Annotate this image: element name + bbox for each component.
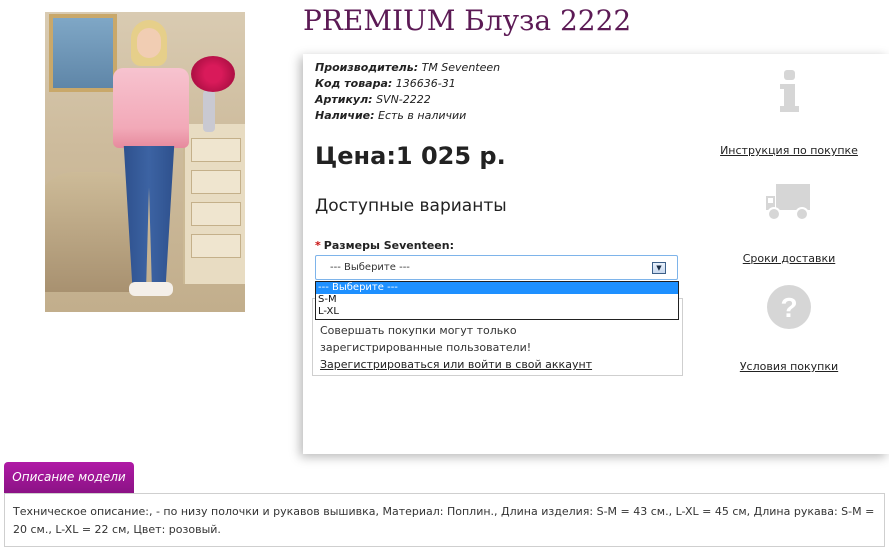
product-meta: Производитель: TM Seventeen Код товара: … — [315, 60, 500, 124]
wall-painting — [49, 14, 117, 92]
svg-text:?: ? — [780, 292, 797, 323]
product-title: PREMIUM Блуза 2222 — [303, 4, 632, 37]
article-row: Артикул: SVN-2222 — [315, 92, 500, 108]
description-text: Техническое описание:, - по низу полочки… — [4, 493, 885, 547]
size-option[interactable]: --- Выберите --- — [316, 282, 678, 294]
purchase-conditions-item[interactable]: ? Условия покупки — [719, 284, 859, 373]
vase — [203, 90, 215, 132]
chevron-down-icon[interactable]: ▼ — [652, 262, 666, 274]
delivery-terms-item[interactable]: Сроки доставки — [719, 182, 859, 265]
size-select[interactable]: --- Выберите --- ▼ — [315, 255, 678, 280]
product-info-panel: Производитель: TM Seventeen Код товара: … — [303, 54, 889, 454]
manufacturer-row: Производитель: TM Seventeen — [315, 60, 500, 76]
product-image[interactable] — [45, 12, 245, 312]
required-mark: * — [315, 239, 321, 252]
info-icon — [780, 70, 799, 112]
stock-row: Наличие: Есть в наличии — [315, 108, 500, 124]
purchase-instructions-link[interactable]: Инструкция по покупке — [719, 144, 859, 157]
stock-value: Есть в наличии — [378, 109, 467, 122]
question-icon: ? — [767, 285, 811, 329]
delivery-terms-link[interactable]: Сроки доставки — [719, 252, 859, 265]
code-label: Код товара: — [315, 77, 393, 90]
stock-label: Наличие: — [315, 109, 375, 122]
price: Цена:1 025 р. — [315, 142, 506, 170]
article-label: Артикул: — [315, 93, 373, 106]
truck-icon — [766, 184, 810, 221]
size-option[interactable]: L-XL — [316, 306, 678, 318]
model-blouse — [113, 68, 189, 148]
size-select-value: --- Выберите --- — [330, 262, 410, 273]
purchase-conditions-link[interactable]: Условия покупки — [719, 360, 859, 373]
tab-description[interactable]: Описание модели — [4, 462, 134, 494]
code-value: 136636-31 — [395, 77, 456, 90]
model-face — [137, 28, 161, 58]
dresser — [183, 124, 245, 284]
manufacturer-label: Производитель: — [315, 61, 419, 74]
size-label: * Размеры Seventeen: — [315, 239, 454, 252]
flowers — [191, 56, 235, 92]
model-shoes — [129, 282, 173, 296]
size-label-text: Размеры Seventeen: — [323, 239, 454, 252]
article-value: SVN-2222 — [376, 93, 431, 106]
purchase-instructions-item[interactable]: Инструкция по покупке — [719, 70, 859, 157]
size-dropdown-list[interactable]: --- Выберите --- S-M L-XL — [315, 281, 679, 320]
manufacturer-value: TM Seventeen — [421, 61, 501, 74]
register-login-link[interactable]: Зарегистрироваться или войти в свой акка… — [320, 358, 592, 371]
login-notice-message: Совершать покупки могут только зарегистр… — [320, 324, 532, 354]
size-option[interactable]: S-M — [316, 294, 678, 306]
variants-heading: Доступные варианты — [315, 196, 507, 216]
code-row: Код товара: 136636-31 — [315, 76, 500, 92]
